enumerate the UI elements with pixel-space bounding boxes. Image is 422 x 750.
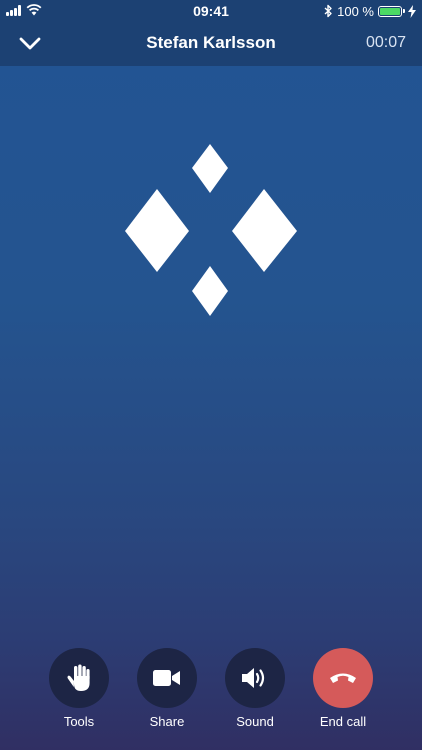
battery-icon bbox=[378, 5, 402, 17]
share-button[interactable]: Share bbox=[127, 648, 207, 729]
call-timer: 00:07 bbox=[365, 34, 406, 51]
status-right-group: 100 % bbox=[324, 3, 416, 19]
status-bar: 09:41 100 % bbox=[0, 0, 422, 22]
battery-percent: 100 % bbox=[337, 3, 374, 19]
speaker-icon bbox=[242, 668, 265, 688]
end-call-button[interactable]: End call bbox=[303, 648, 383, 729]
video-camera-icon bbox=[153, 670, 180, 686]
diamond-logo-icon bbox=[125, 144, 297, 316]
tools-button[interactable]: Tools bbox=[39, 648, 119, 729]
sound-button[interactable]: Sound bbox=[215, 648, 295, 729]
call-controls: Tools Share Sound End call bbox=[0, 648, 422, 738]
caller-name: Stefan Karlsson bbox=[146, 33, 276, 52]
end-call-label: End call bbox=[319, 714, 367, 729]
tools-label: Tools bbox=[63, 714, 95, 729]
end-call-button-circle[interactable] bbox=[313, 648, 373, 708]
tools-button-circle[interactable] bbox=[49, 648, 109, 708]
battery-fill bbox=[380, 7, 400, 15]
hang-up-icon bbox=[330, 673, 356, 683]
share-button-circle[interactable] bbox=[137, 648, 197, 708]
share-label: Share bbox=[149, 714, 185, 729]
hand-icon bbox=[67, 664, 90, 691]
battery-tip bbox=[403, 9, 405, 13]
bluetooth-icon bbox=[324, 4, 332, 18]
sound-button-circle[interactable] bbox=[225, 648, 285, 708]
charging-icon bbox=[408, 4, 416, 18]
call-screen: 09:41 100 % Stefan Karlsson 00:07 Tools … bbox=[0, 0, 422, 750]
sound-label: Sound bbox=[236, 714, 274, 729]
